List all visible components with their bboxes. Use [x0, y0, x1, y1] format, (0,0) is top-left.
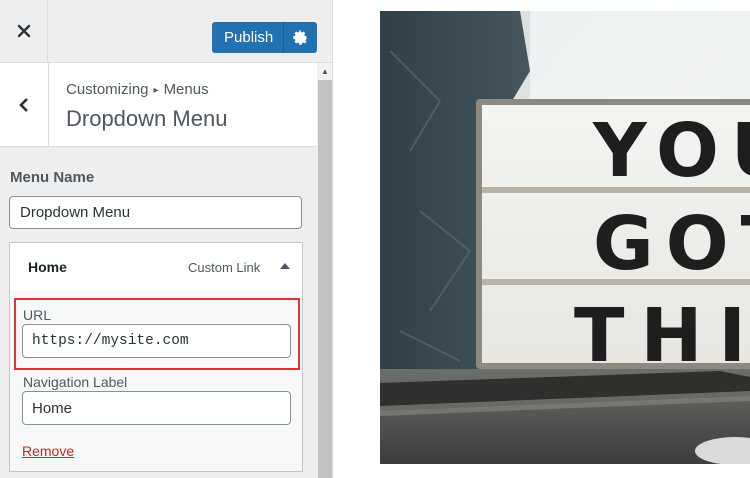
menu-item-type: Custom Link [188, 260, 261, 275]
breadcrumb: Customizing ▸ Menus [66, 81, 209, 98]
breadcrumb-root: Customizing [66, 81, 149, 98]
preview-photo: YOU GOT THIS [380, 11, 750, 464]
customizer-panel: Publish ▲ Customizing ▸ Menus Dropdown Men… [0, 0, 333, 478]
close-button[interactable] [0, 0, 48, 62]
navigation-label-label: Navigation Label [23, 374, 128, 390]
site-preview: YOU GOT THIS [334, 0, 750, 478]
section-header: Customizing ▸ Menus Dropdown Menu [0, 63, 317, 147]
scroll-up-arrow[interactable]: ▲ [317, 63, 332, 79]
publish-label: Publish [212, 22, 284, 53]
publish-button[interactable]: Publish [212, 22, 317, 53]
menu-item-title: Home [28, 259, 67, 275]
remove-link[interactable]: Remove [22, 443, 74, 459]
menu-item-toggle[interactable] [279, 260, 291, 272]
sign-line-3: THIS [574, 293, 750, 379]
url-label: URL [23, 307, 52, 323]
breadcrumb-current: Menus [163, 81, 209, 98]
arrow-up-icon [280, 263, 290, 269]
back-button[interactable] [0, 63, 49, 146]
sign-line-2: GOT [593, 201, 750, 287]
navigation-label-input[interactable] [22, 391, 291, 425]
url-input[interactable] [22, 324, 291, 358]
publish-settings-button[interactable] [284, 30, 317, 45]
customizer-header: Publish [0, 0, 332, 63]
gear-icon [293, 30, 308, 45]
menu-name-label: Menu Name [10, 169, 95, 186]
scrollbar-thumb[interactable] [318, 80, 332, 478]
menu-item-home: Home Custom Link URL Navigation Label Re… [9, 242, 303, 472]
panel-scrollbar[interactable]: ▲ [317, 63, 332, 478]
section-title: Dropdown Menu [66, 106, 228, 131]
sign-line-1: YOU [592, 108, 750, 194]
close-icon [17, 24, 30, 38]
menu-item-header[interactable]: Home Custom Link [10, 243, 302, 291]
menu-name-input[interactable] [9, 196, 302, 229]
breadcrumb-separator: ▸ [153, 85, 159, 96]
chevron-left-icon [19, 97, 28, 112]
